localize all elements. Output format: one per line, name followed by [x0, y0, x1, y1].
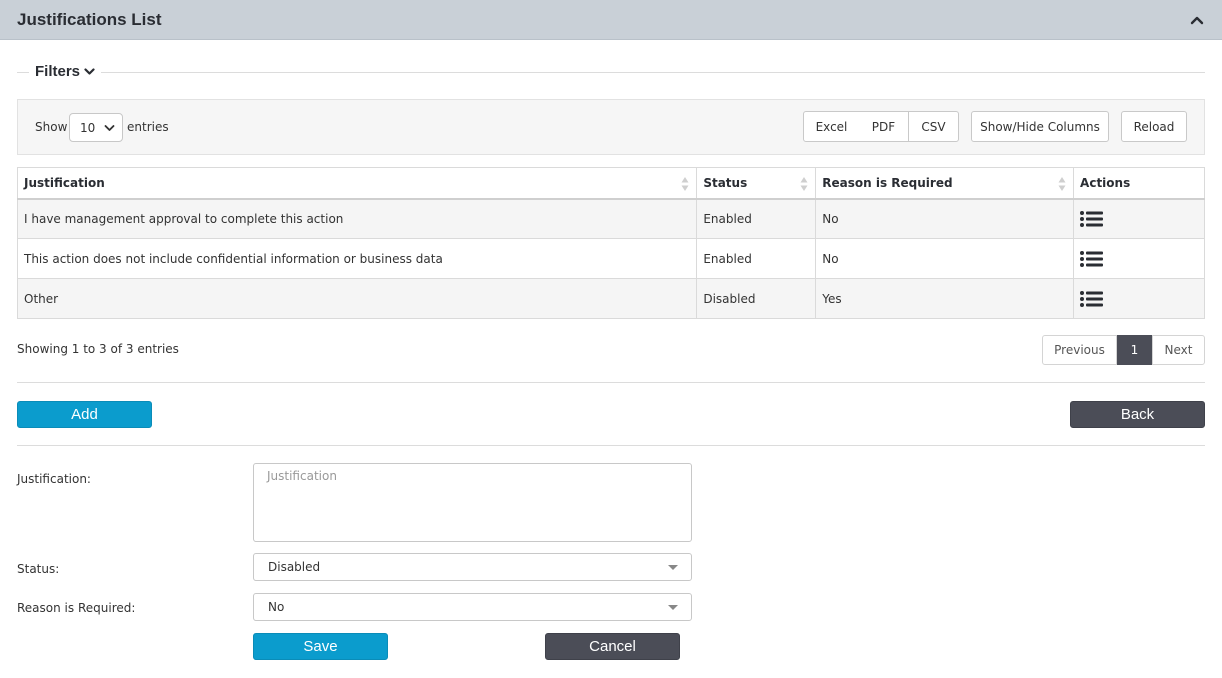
column-header-justification[interactable]: Justification: [16, 167, 698, 200]
show-label: Show: [35, 120, 68, 134]
column-header-reason-required[interactable]: Reason is Required: [815, 167, 1075, 200]
cell-reason-required: No: [815, 198, 1075, 239]
status-select[interactable]: Disabled: [253, 553, 692, 581]
entries-value: 10: [80, 121, 96, 135]
show-hide-columns-button[interactable]: Show/Hide Columns: [971, 111, 1109, 142]
list-icon[interactable]: [1080, 210, 1104, 227]
table-row: This action does not include confidentia…: [16, 238, 1205, 279]
cell-actions: [1073, 238, 1205, 279]
reload-button[interactable]: Reload: [1121, 111, 1187, 142]
column-header-status[interactable]: Status: [696, 167, 817, 200]
filters-toggle[interactable]: Filters: [29, 63, 102, 80]
sort-icon: [681, 177, 689, 191]
cell-justification: Other: [16, 278, 698, 319]
panel-header: Justifications List: [0, 0, 1222, 40]
back-button[interactable]: Back: [1070, 401, 1205, 428]
add-button[interactable]: Add: [17, 401, 152, 428]
cell-reason-required: No: [815, 238, 1075, 279]
justification-placeholder: Justification: [267, 469, 337, 483]
cell-status: Enabled: [696, 198, 817, 239]
cell-actions: [1073, 278, 1205, 319]
justification-input[interactable]: Justification: [253, 463, 692, 542]
status-label: Status:: [17, 562, 60, 576]
table-row: Other Disabled Yes: [16, 278, 1205, 319]
reason-required-select-value: No: [268, 600, 285, 614]
status-select-value: Disabled: [268, 560, 321, 574]
caret-down-icon: [668, 565, 678, 570]
cell-justification: This action does not include confidentia…: [16, 238, 698, 279]
cell-status: Enabled: [696, 238, 817, 279]
section-divider: [17, 382, 1205, 383]
page-title: Justifications List: [17, 10, 162, 29]
cell-actions: [1073, 198, 1205, 239]
sort-icon: [800, 177, 808, 191]
justification-label: Justification:: [17, 472, 91, 486]
cell-status: Disabled: [696, 278, 817, 319]
list-icon[interactable]: [1080, 250, 1104, 267]
table-toolbar: Show 10 entries Excel PDF CSV Show/Hide …: [17, 99, 1205, 155]
section-divider: [17, 445, 1205, 446]
reason-required-label: Reason is Required:: [17, 601, 136, 615]
export-pdf-button[interactable]: PDF: [859, 111, 909, 142]
table-info: Showing 1 to 3 of 3 entries: [17, 342, 179, 356]
entries-label: entries: [127, 120, 169, 134]
sort-icon: [1058, 177, 1066, 191]
reason-required-select[interactable]: No: [253, 593, 692, 621]
entries-select[interactable]: 10: [69, 113, 123, 142]
column-header-actions: Actions: [1073, 167, 1205, 200]
pagination: Previous 1 Next: [1042, 335, 1205, 365]
previous-page-button[interactable]: Previous: [1042, 335, 1117, 365]
filters-divider: [17, 72, 1205, 73]
cell-reason-required: Yes: [815, 278, 1075, 319]
chevron-down-icon: [84, 68, 95, 75]
chevron-down-icon: [104, 125, 115, 131]
export-csv-button[interactable]: CSV: [908, 111, 959, 142]
cancel-button[interactable]: Cancel: [545, 633, 680, 660]
cell-justification: I have management approval to complete t…: [16, 198, 698, 239]
list-icon[interactable]: [1080, 290, 1104, 307]
chevron-up-icon[interactable]: [1190, 14, 1204, 26]
page-1-button[interactable]: 1: [1117, 335, 1152, 365]
filters-label: Filters: [35, 63, 81, 80]
export-excel-button[interactable]: Excel: [803, 111, 860, 142]
next-page-button[interactable]: Next: [1152, 335, 1205, 365]
justifications-table: Justification Status Reason is Required …: [16, 167, 1205, 319]
caret-down-icon: [668, 605, 678, 610]
table-row: I have management approval to complete t…: [16, 198, 1205, 239]
save-button[interactable]: Save: [253, 633, 388, 660]
